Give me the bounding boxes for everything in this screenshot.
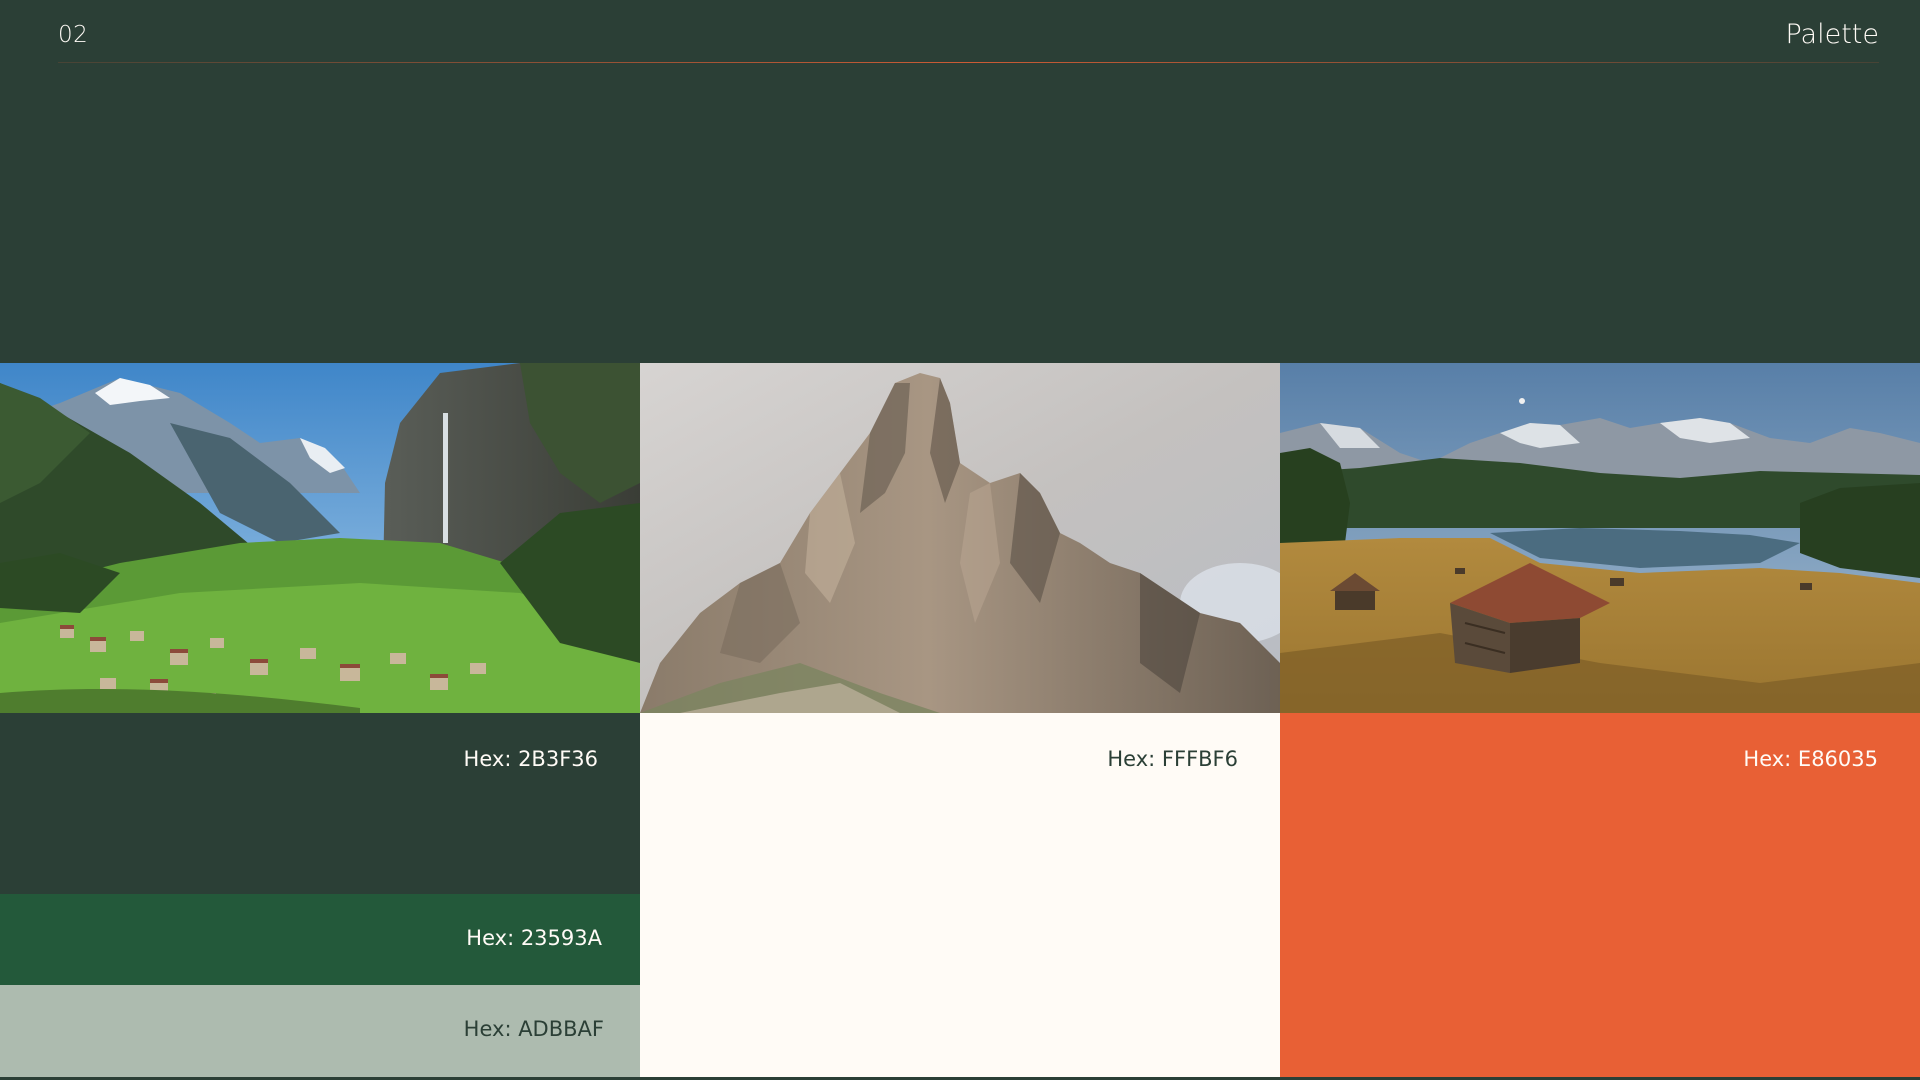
header-divider <box>58 62 1879 63</box>
alpine-valley-photo <box>0 363 640 713</box>
hex-label-2b3f36: Hex: 2B3F36 <box>463 747 598 771</box>
hex-label-23593a: Hex: 23593A <box>466 926 602 950</box>
swatch-cream: Hex: FFFBF6 <box>640 713 1280 1077</box>
hex-label-adbbaf: Hex: ADBBAF <box>463 1017 604 1041</box>
page-title: Palette <box>1785 19 1879 50</box>
page-number: 02 <box>58 22 89 48</box>
meadow-hut-photo <box>1280 363 1920 713</box>
palette-column-orange: Hex: E86035 <box>1280 363 1920 1077</box>
hex-label-e86035: Hex: E86035 <box>1743 747 1878 771</box>
palette-column-cream: Hex: FFFBF6 <box>640 363 1280 1077</box>
swatch-orange: Hex: E86035 <box>1280 713 1920 1077</box>
page-header: 02 Palette <box>0 0 1920 63</box>
hex-label-fffbf6: Hex: FFFBF6 <box>1107 747 1238 771</box>
rock-peak-photo <box>640 363 1280 713</box>
swatch-sage: Hex: ADBBAF <box>0 985 640 1077</box>
swatch-forest-green: Hex: 23593A <box>0 894 640 985</box>
palette-column-dark: Hex: 2B3F36 Hex: 23593A Hex: ADBBAF <box>0 363 640 1077</box>
swatch-dark-green: Hex: 2B3F36 <box>0 713 640 894</box>
